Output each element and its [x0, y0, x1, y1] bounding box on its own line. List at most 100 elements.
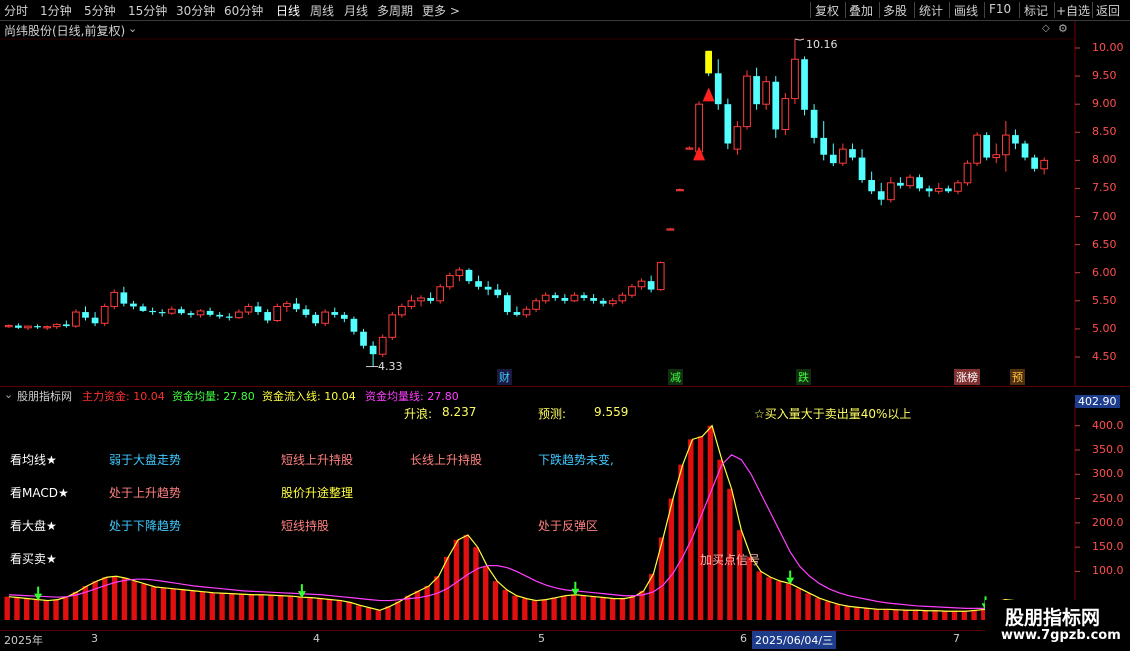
row-macd-cell: 股价升途整理 [281, 486, 354, 500]
candle-body [714, 73, 722, 105]
candle-body [139, 306, 147, 311]
price-tick-label: 7.50 [1092, 181, 1117, 195]
volume-bar [160, 587, 167, 620]
period-tab-more[interactable]: 更多 > [422, 2, 460, 19]
volume-bar [4, 596, 10, 620]
price-tick-label: 9.50 [1092, 69, 1117, 83]
volume-bar [697, 436, 704, 620]
candle-body [1040, 159, 1049, 170]
row-market-cell: 处于下降趋势 [109, 519, 182, 533]
period-tab-15min[interactable]: 15分钟 [128, 2, 167, 19]
candle-body [1012, 135, 1019, 144]
volume-bar [199, 591, 206, 620]
indicator-tick-label: 300.0 [1092, 467, 1124, 481]
volume-bar [873, 609, 880, 620]
volume-bar [131, 581, 137, 620]
volume-bar [24, 598, 30, 620]
overlay-button[interactable]: 叠加 [849, 2, 873, 19]
row-ma-cell: 下跌趋势未变, [538, 453, 614, 467]
volume-bar [92, 581, 98, 620]
candle-body [388, 314, 397, 338]
price-tick-label: 4.50 [1092, 350, 1117, 363]
volume-bar [912, 610, 919, 620]
date-tick: 3 [91, 632, 98, 645]
period-tab-daily[interactable]: 日线 [276, 2, 300, 19]
row-ma-cell: 弱于大盘走势 [109, 453, 182, 467]
mark-button[interactable]: 标记 [1024, 2, 1048, 19]
buy-note: ☆买入量大于卖出量40%以上 [754, 407, 912, 421]
highlight-candle [705, 50, 713, 74]
event-marker-toplist[interactable]: 涨榜 [954, 369, 980, 385]
volume-bar [150, 586, 157, 620]
volume-bar [805, 593, 811, 620]
draw-line-button[interactable]: 画线 [954, 2, 978, 19]
period-tab-30min[interactable]: 30分钟 [176, 2, 215, 19]
candle-body [590, 298, 597, 301]
period-tab-60min[interactable]: 60分钟 [224, 2, 263, 19]
adjust-button[interactable]: 复权 [815, 2, 839, 19]
candle-body [944, 188, 952, 192]
high-price-label: 10.16 [806, 38, 838, 51]
volume-bar [551, 597, 557, 620]
candle-body [820, 137, 828, 155]
row-ma-cell: 短线上升持股 [281, 453, 354, 467]
candle-body [551, 295, 559, 299]
watermark-title: 股朋指标网 [1005, 607, 1101, 629]
volume-bar [297, 597, 303, 620]
candle-body [753, 76, 760, 105]
volume-bar [258, 594, 264, 620]
rise-value: 8.237 [442, 405, 477, 419]
statistics-button[interactable]: 统计 [919, 2, 943, 19]
period-tab-multi[interactable]: 多周期 [377, 2, 413, 19]
candle-body [455, 269, 464, 277]
candle-body [254, 306, 262, 313]
indicator-panel[interactable]: 400.0 350.0 300.0 250.0 200.0 150.0 100.0 402.… [0, 395, 1130, 630]
indicator-tick-label: 350.0 [1092, 443, 1124, 456]
candle-body [522, 308, 531, 316]
candle-body [417, 297, 425, 302]
volume-bar [854, 607, 860, 620]
event-marker-reduce[interactable]: 减 [668, 369, 683, 385]
candle-body [15, 325, 22, 328]
back-button[interactable]: 返回 [1096, 2, 1120, 19]
event-marker-forecast[interactable]: 预 [1010, 369, 1025, 385]
date-tick: 2025年 [4, 634, 43, 647]
candle-body [293, 303, 300, 310]
event-marker-fall[interactable]: 跌 [796, 369, 811, 385]
volume-bar [14, 597, 20, 620]
multi-stock-button[interactable]: 多股 [883, 2, 907, 19]
volume-bar [512, 595, 518, 620]
candle-body [427, 298, 434, 301]
candle-body [724, 104, 732, 144]
forecast-value: 9.559 [594, 405, 629, 419]
event-marker-earnings[interactable]: 财 [497, 369, 512, 385]
candle-body [925, 188, 933, 192]
candle-body [398, 305, 406, 316]
volume-bar [893, 609, 899, 620]
volume-bar [63, 596, 69, 620]
period-tab-timeshare[interactable]: 分时 [4, 2, 28, 19]
candle-body [206, 310, 214, 315]
period-tab-monthly[interactable]: 月线 [344, 2, 368, 19]
add-watchlist-button[interactable]: +自选 [1056, 2, 1090, 19]
volume-bar [834, 604, 841, 620]
period-tab-weekly[interactable]: 周线 [310, 2, 334, 19]
volume-bar [414, 590, 421, 620]
indicator-name[interactable]: 股朋指标网 [17, 388, 72, 404]
candle-body [541, 294, 550, 302]
indicator-menu-icon[interactable]: ⌄ [4, 388, 13, 401]
candle-body [685, 147, 694, 150]
candle-body [868, 180, 875, 192]
candle-body [216, 314, 224, 317]
period-tab-1min[interactable]: 1分钟 [40, 2, 72, 19]
row-market-cell: 处于反弹区 [538, 519, 599, 533]
toolbar-separator [1054, 2, 1055, 18]
f10-button[interactable]: F10 [989, 2, 1011, 16]
candle-body [494, 289, 502, 296]
candle-body [62, 324, 70, 327]
candle-body [983, 135, 991, 158]
candle-body [100, 305, 109, 324]
candlestick-panel[interactable]: 尚纬股份(日线,前复权) ⌄ ◇ ⚙ 10.00 9.50 9.00 8.50 8.00… [0, 21, 1130, 386]
period-tab-5min[interactable]: 5分钟 [84, 2, 116, 19]
candle-body [475, 281, 482, 287]
